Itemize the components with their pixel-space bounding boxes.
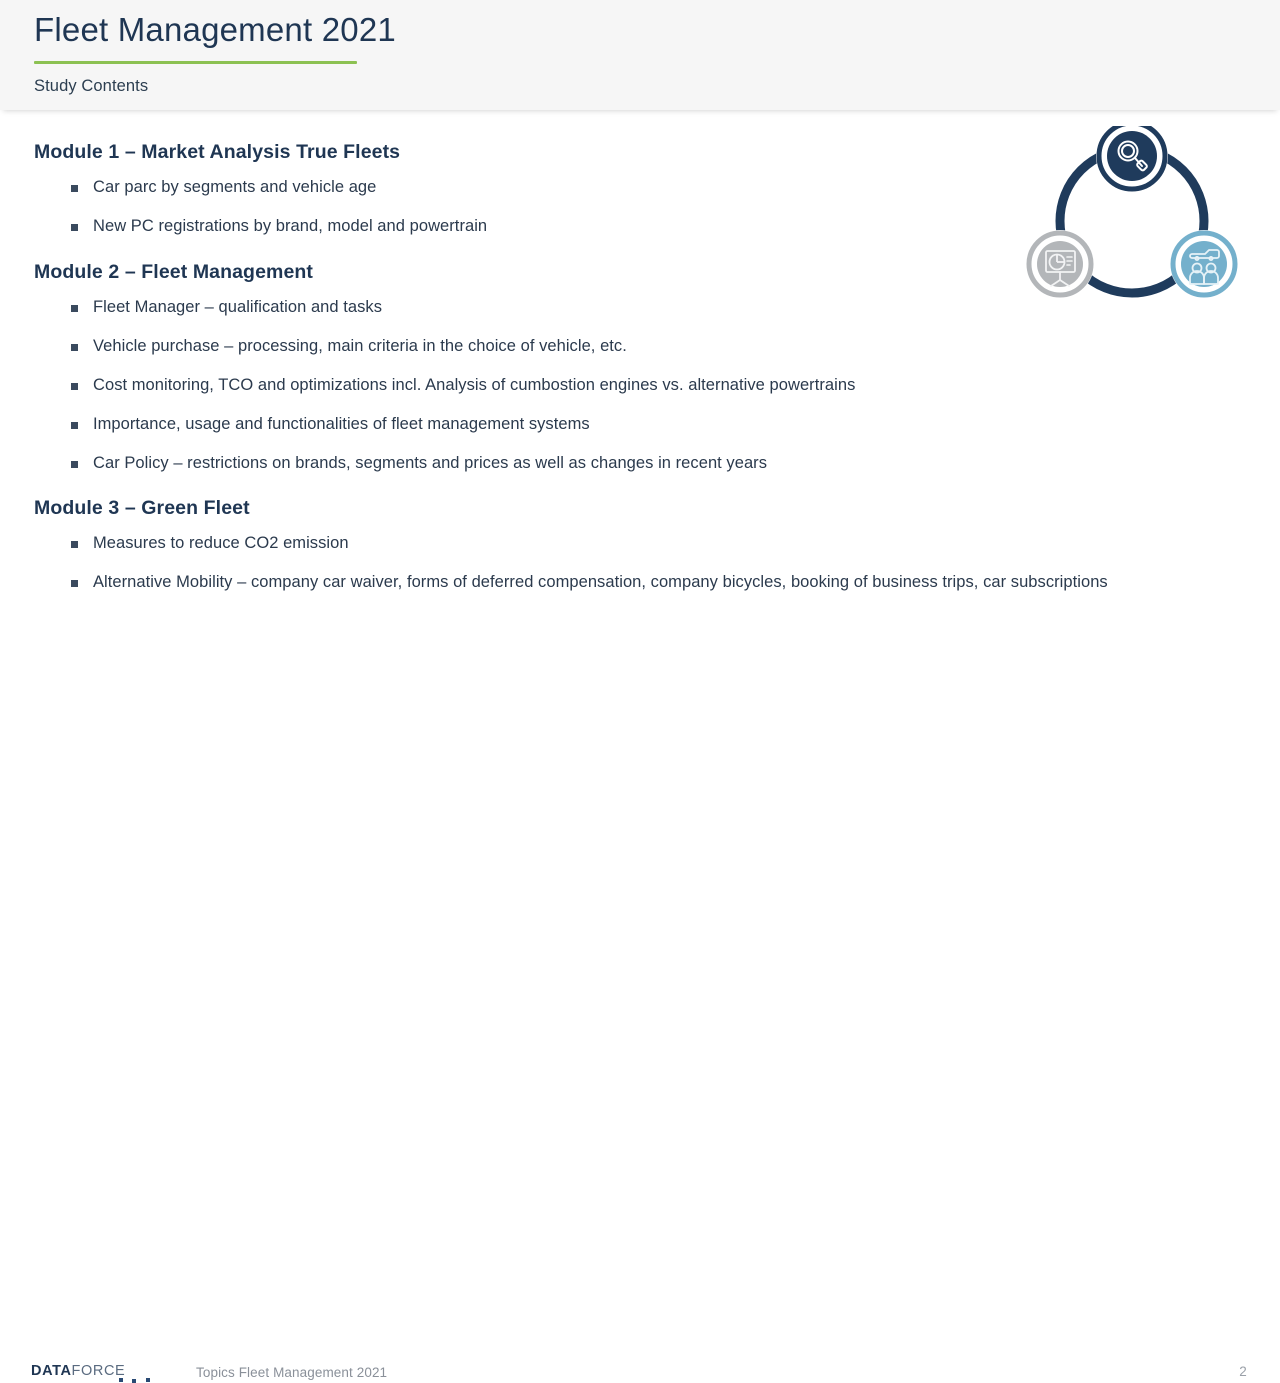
node-people-vehicle-icon xyxy=(1170,230,1238,298)
title-underline-rule xyxy=(34,61,357,64)
list-item: Car Policy – restrictions on brands, seg… xyxy=(34,444,855,483)
list-item: Measures to reduce CO2 emission xyxy=(34,524,1280,563)
module-heading: Module 3 – Green Fleet xyxy=(34,497,250,519)
three-module-cycle-diagram xyxy=(1008,120,1256,312)
footer-caption: Topics Fleet Management 2021 xyxy=(196,1365,388,1380)
list-item-label: Alternative Mobility – company car waive… xyxy=(93,573,1108,591)
slide-footer: DATAFORCE Topics Fleet Management 2021 2 xyxy=(0,670,1280,1383)
list-item-label: Fleet Manager – qualification and tasks xyxy=(93,298,383,316)
page-title: Fleet Management 2021 xyxy=(34,11,396,48)
square-bullet-icon xyxy=(71,461,78,468)
page-subtitle: Study Contents xyxy=(34,77,149,95)
logo-primary-text: DATA xyxy=(31,1363,72,1379)
square-bullet-icon xyxy=(71,422,78,429)
square-bullet-icon xyxy=(71,383,78,390)
square-bullet-icon xyxy=(71,305,78,312)
list-item: Fleet Manager – qualification and tasks xyxy=(34,288,855,327)
list-item: New PC registrations by brand, model and… xyxy=(34,207,487,246)
logo-secondary-text: FORCE xyxy=(71,1363,126,1379)
list-item-label: New PC registrations by brand, model and… xyxy=(93,217,488,235)
module-section-2: Module 2 – Fleet Management Fleet Manage… xyxy=(34,261,855,483)
square-bullet-icon xyxy=(71,224,78,231)
module-1-bullet-list: Car parc by segments and vehicle age New… xyxy=(34,168,487,246)
list-item-label: Car Policy – restrictions on brands, seg… xyxy=(93,454,768,472)
list-item-label: Measures to reduce CO2 emission xyxy=(93,534,349,552)
square-bullet-icon xyxy=(71,185,78,192)
list-item: Cost monitoring, TCO and optimizations i… xyxy=(34,366,855,405)
list-item: Vehicle purchase – processing, main crit… xyxy=(34,327,855,366)
list-item: Importance, usage and functionalities of… xyxy=(34,405,855,444)
slide-header: Fleet Management 2021 Study Contents xyxy=(0,0,1280,110)
page-number: 2 xyxy=(1239,1364,1247,1379)
square-bullet-icon xyxy=(71,580,78,587)
module-2-bullet-list: Fleet Manager – qualification and tasks … xyxy=(34,288,855,483)
module-section-3: Module 3 – Green Fleet Measures to reduc… xyxy=(34,497,1280,601)
logo-dots-icon xyxy=(119,1377,169,1383)
list-item: Alternative Mobility – company car waive… xyxy=(34,563,1280,601)
node-research-icon xyxy=(1096,120,1168,192)
node-presentation-icon xyxy=(1026,230,1094,298)
list-item-label: Importance, usage and functionalities of… xyxy=(93,415,590,433)
list-item: Car parc by segments and vehicle age xyxy=(34,168,487,207)
square-bullet-icon xyxy=(71,344,78,351)
square-bullet-icon xyxy=(71,541,78,548)
module-heading: Module 2 – Fleet Management xyxy=(34,261,314,283)
module-heading: Module 1 – Market Analysis True Fleets xyxy=(34,141,401,163)
list-item-label: Vehicle purchase – processing, main crit… xyxy=(93,337,627,355)
module-3-bullet-list: Measures to reduce CO2 emission Alternat… xyxy=(34,524,1280,601)
module-section-1: Module 1 – Market Analysis True Fleets C… xyxy=(34,141,487,246)
dataforce-logo: DATAFORCE xyxy=(31,1362,150,1383)
list-item-label: Cost monitoring, TCO and optimizations i… xyxy=(93,376,856,394)
list-item-label: Car parc by segments and vehicle age xyxy=(93,178,377,196)
